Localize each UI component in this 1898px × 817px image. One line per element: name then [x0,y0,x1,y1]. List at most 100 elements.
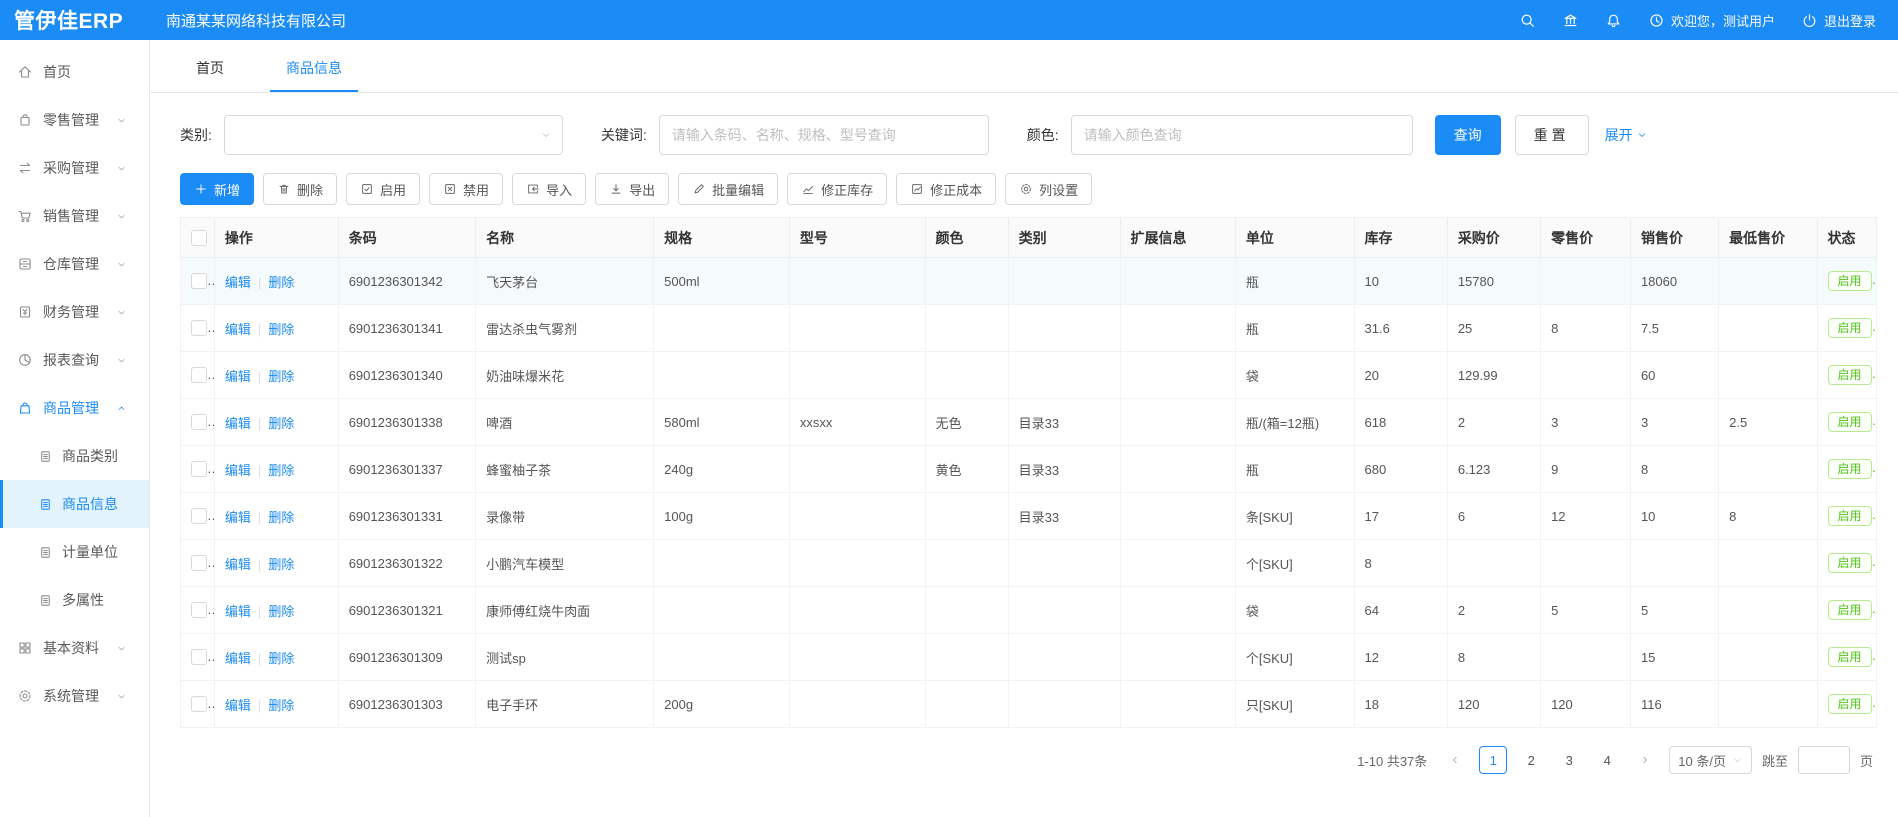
toolbar-button-新增[interactable]: 新增 [180,173,254,205]
next-page-button[interactable] [1631,746,1659,774]
logout-button[interactable]: 退出登录 [1801,11,1876,30]
tab-home[interactable]: 首页 [180,58,240,92]
row-checkbox[interactable] [191,273,207,289]
edit-link[interactable]: 编辑 [225,604,251,619]
row-checkbox[interactable] [191,320,207,336]
sidebar-item-系统管理[interactable]: 系统管理 [0,672,149,720]
sidebar-item-首页[interactable]: 首页 [0,48,149,96]
edit-link[interactable]: 编辑 [225,651,251,666]
cell-barcode: 6901236301342 [338,258,475,305]
action-separator: | [258,463,261,478]
row-checkbox[interactable] [191,555,207,571]
edit-link[interactable]: 编辑 [225,322,251,337]
toolbar-button-启用[interactable]: 启用 [346,173,420,205]
row-actions: 编辑|删除 [214,587,338,634]
prev-page-button[interactable] [1441,746,1469,774]
edit-link[interactable]: 编辑 [225,416,251,431]
table-row: 编辑|删除6901236301322小鹏汽车模型个[SKU]8启用 [181,540,1877,587]
delete-link[interactable]: 删除 [268,275,294,290]
toolbar-button-修正库存[interactable]: 修正库存 [787,173,887,205]
sidebar-subitem-计量单位[interactable]: 计量单位 [0,528,149,576]
page-button-2[interactable]: 2 [1517,746,1545,774]
sidebar-item-采购管理[interactable]: 采购管理 [0,144,149,192]
row-checkbox[interactable] [191,508,207,524]
cell-name: 小鹏汽车模型 [476,540,654,587]
table-row: 编辑|删除6901236301309测试sp个[SKU]12815启用 [181,634,1877,681]
chart-box-icon [910,182,924,196]
cell-ext [1120,587,1235,634]
cell-ext [1120,305,1235,352]
expand-link[interactable]: 展开 [1605,125,1648,145]
delete-link[interactable]: 删除 [268,463,294,478]
color-input[interactable] [1071,115,1413,155]
toolbar-button-批量编辑[interactable]: 批量编辑 [678,173,778,205]
bank-icon[interactable] [1562,12,1579,29]
row-checkbox[interactable] [191,367,207,383]
search-button[interactable]: 查询 [1435,115,1501,155]
edit-link[interactable]: 编辑 [225,698,251,713]
toolbar-button-列设置[interactable]: 列设置 [1005,173,1092,205]
toolbar-button-禁用[interactable]: 禁用 [429,173,503,205]
delete-link[interactable]: 删除 [268,322,294,337]
sidebar-subitem-商品信息[interactable]: 商品信息 [0,480,149,528]
cell-sale_price: 18060 [1630,258,1718,305]
delete-link[interactable]: 删除 [268,698,294,713]
delete-link[interactable]: 删除 [268,651,294,666]
tab-product-info[interactable]: 商品信息 [270,58,358,92]
edit-link[interactable]: 编辑 [225,510,251,525]
cell-status: 启用 [1817,258,1877,305]
sidebar-item-商品管理[interactable]: 商品管理 [0,384,149,432]
row-checkbox[interactable] [191,414,207,430]
category-select[interactable] [224,115,563,155]
page-button-3[interactable]: 3 [1555,746,1583,774]
cell-sale_price: 3 [1630,399,1718,446]
sidebar-item-销售管理[interactable]: 销售管理 [0,192,149,240]
delete-link[interactable]: 删除 [268,369,294,384]
sidebar-item-零售管理[interactable]: 零售管理 [0,96,149,144]
chevron-down-icon [116,211,127,222]
cell-model: xxsxx [789,399,925,446]
edit-link[interactable]: 编辑 [225,275,251,290]
toolbar-button-导入[interactable]: 导入 [512,173,586,205]
edit-link[interactable]: 编辑 [225,369,251,384]
search-icon[interactable] [1519,12,1536,29]
sidebar-subitem-多属性[interactable]: 多属性 [0,576,149,624]
sidebar-item-仓库管理[interactable]: 仓库管理 [0,240,149,288]
cell-spec [654,352,790,399]
welcome-user[interactable]: 欢迎您，测试用户 [1648,11,1775,30]
toolbar-button-label: 禁用 [463,180,489,199]
toolbar-button-导出[interactable]: 导出 [595,173,669,205]
sidebar-item-基本资料[interactable]: 基本资料 [0,624,149,672]
reset-button[interactable]: 重置 [1515,115,1589,155]
toolbar-button-删除[interactable]: 删除 [263,173,337,205]
jump-page-input[interactable] [1798,746,1850,774]
delete-link[interactable]: 删除 [268,557,294,572]
bell-icon[interactable] [1605,12,1622,29]
edit-link[interactable]: 编辑 [225,557,251,572]
delete-link[interactable]: 删除 [268,510,294,525]
toolbar-button-label: 新增 [214,180,240,199]
sidebar-subitem-商品类别[interactable]: 商品类别 [0,432,149,480]
table-row: 编辑|删除6901236301340奶油味爆米花袋20129.9960启用 [181,352,1877,399]
page-size-select[interactable]: 10 条/页 [1669,746,1752,774]
row-checkbox[interactable] [191,602,207,618]
product-table: 操作条码名称规格型号颜色类别扩展信息单位库存采购价零售价销售价最低售价状态 编辑… [180,217,1877,728]
page-button-4[interactable]: 4 [1593,746,1621,774]
pagination: 1-10 共37条123410 条/页跳至页 [180,746,1877,774]
row-checkbox[interactable] [191,461,207,477]
toolbar-button-修正成本[interactable]: 修正成本 [896,173,996,205]
logout-label: 退出登录 [1824,11,1876,30]
delete-link[interactable]: 删除 [268,604,294,619]
sidebar-item-报表查询[interactable]: 报表查询 [0,336,149,384]
page-button-1[interactable]: 1 [1479,746,1507,774]
sidebar-subitem-label: 商品信息 [62,494,118,514]
edit-link[interactable]: 编辑 [225,463,251,478]
cell-category [1008,587,1120,634]
doc-icon [38,545,53,560]
row-checkbox[interactable] [191,649,207,665]
keyword-input[interactable] [659,115,989,155]
delete-link[interactable]: 删除 [268,416,294,431]
row-checkbox[interactable] [191,696,207,712]
select-all-checkbox[interactable] [191,230,207,246]
sidebar-item-财务管理[interactable]: 财务管理 [0,288,149,336]
